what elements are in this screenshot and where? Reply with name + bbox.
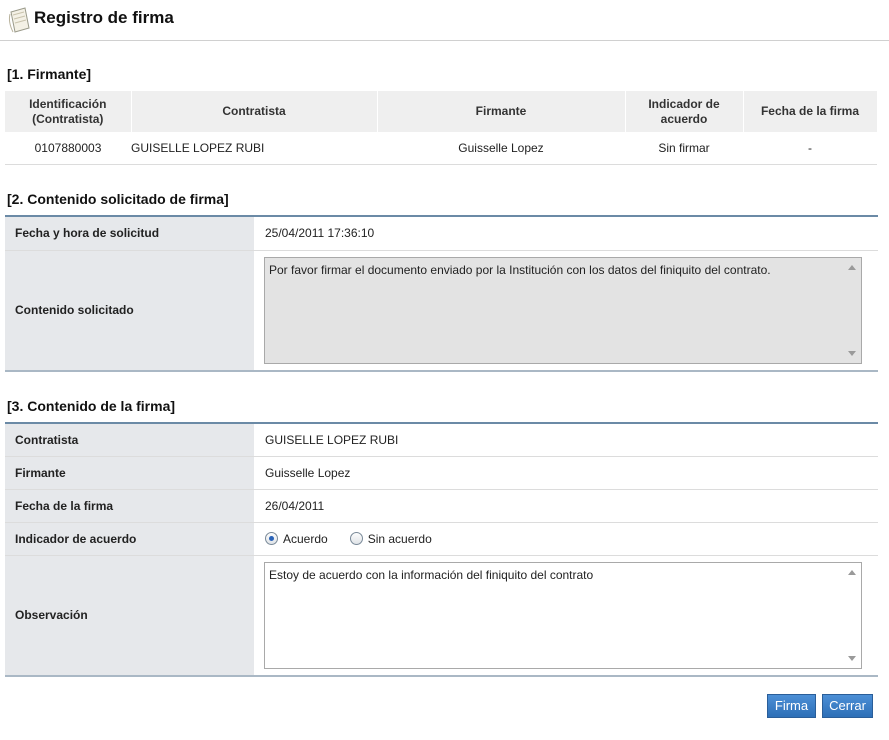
title-bar: Registro de firma xyxy=(0,0,889,41)
contenido-solicitado-text: Por favor firmar el documento enviado po… xyxy=(269,262,771,277)
indicador-radio-group: Acuerdo Sin acuerdo xyxy=(265,532,878,546)
textarea-scrollbar[interactable] xyxy=(844,259,860,362)
row-indicador-acuerdo: Indicador de acuerdo Acuerdo Sin acuerdo xyxy=(5,522,878,556)
scroll-up-arrow-icon[interactable] xyxy=(848,569,856,575)
row-fecha-solicitud: Fecha y hora de solicitud 25/04/2011 17:… xyxy=(5,216,878,251)
contenido-solicitado-table: Fecha y hora de solicitud 25/04/2011 17:… xyxy=(5,215,878,372)
cell-contratista: GUISELLE LOPEZ RUBI xyxy=(131,132,377,165)
scroll-down-arrow-icon[interactable] xyxy=(848,350,856,356)
radio-sin-acuerdo-button[interactable] xyxy=(349,532,363,545)
row-contenido-solicitado: Contenido solicitado Por favor firmar el… xyxy=(5,250,878,371)
label-fecha-firma: Fecha de la firma xyxy=(5,489,254,523)
table-row: 0107880003 GUISELLE LOPEZ RUBI Guisselle… xyxy=(5,132,877,165)
row-contratista: Contratista GUISELLE LOPEZ RUBI xyxy=(5,423,878,457)
radio-acuerdo[interactable]: Acuerdo xyxy=(265,532,328,546)
table-header-row: Identificación (Contratista) Contratista … xyxy=(5,91,878,132)
observacion-textarea[interactable]: Estoy de acuerdo con la información del … xyxy=(264,561,862,669)
label-firmante: Firmante xyxy=(5,456,254,490)
label-observacion: Observación xyxy=(5,555,254,676)
cell-firmante: Guisselle Lopez xyxy=(377,132,625,165)
row-observacion: Observación Estoy de acuerdo con la info… xyxy=(5,555,878,676)
document-signature-icon xyxy=(8,7,30,33)
value-fecha-solicitud: 25/04/2011 17:36:10 xyxy=(254,216,878,251)
col-contratista: Contratista xyxy=(131,91,378,132)
section-contenido-firma-title: [3. Contenido de la firma] xyxy=(7,398,176,414)
col-fecha-firma: Fecha de la firma xyxy=(743,91,878,132)
value-contratista: GUISELLE LOPEZ RUBI xyxy=(254,423,878,457)
contenido-solicitado-textarea: Por favor firmar el documento enviado po… xyxy=(264,256,862,364)
cell-fecha-firma: - xyxy=(743,132,877,165)
page-title: Registro de firma xyxy=(34,8,174,27)
cell-identificacion: 0107880003 xyxy=(5,132,131,165)
observacion-text[interactable]: Estoy de acuerdo con la información del … xyxy=(269,568,593,582)
firma-button[interactable]: Firma xyxy=(767,694,816,718)
col-firmante: Firmante xyxy=(377,91,626,132)
row-firmante: Firmante Guisselle Lopez xyxy=(5,456,878,490)
row-fecha-firma: Fecha de la firma 26/04/2011 xyxy=(5,489,878,523)
label-contratista: Contratista xyxy=(5,423,254,457)
cerrar-button[interactable]: Cerrar xyxy=(822,694,873,718)
value-firmante: Guisselle Lopez xyxy=(254,456,878,490)
section-contenido-solicitado-title: [2. Contenido solicitado de firma] xyxy=(7,191,229,207)
textarea-scrollbar[interactable] xyxy=(844,564,860,667)
value-fecha-firma: 26/04/2011 xyxy=(254,489,878,523)
radio-acuerdo-label[interactable]: Acuerdo xyxy=(283,532,328,546)
section-firmante-title: [1. Firmante] xyxy=(7,66,92,82)
label-contenido-solicitado: Contenido solicitado xyxy=(5,250,254,371)
radio-acuerdo-button[interactable] xyxy=(265,532,278,545)
contenido-firma-table: Contratista GUISELLE LOPEZ RUBI Firmante… xyxy=(5,422,878,677)
scroll-down-arrow-icon[interactable] xyxy=(848,655,856,661)
firmante-table: Identificación (Contratista) Contratista … xyxy=(5,91,878,165)
label-indicador-acuerdo: Indicador de acuerdo xyxy=(5,522,254,556)
radio-sin-acuerdo[interactable]: Sin acuerdo xyxy=(349,532,432,546)
radio-sin-acuerdo-label[interactable]: Sin acuerdo xyxy=(368,532,432,546)
label-fecha-solicitud: Fecha y hora de solicitud xyxy=(5,216,254,251)
col-identificacion: Identificación (Contratista) xyxy=(5,91,132,132)
cell-indicador: Sin firmar xyxy=(625,132,743,165)
scroll-up-arrow-icon[interactable] xyxy=(848,264,856,270)
col-indicador: Indicador de acuerdo xyxy=(625,91,744,132)
